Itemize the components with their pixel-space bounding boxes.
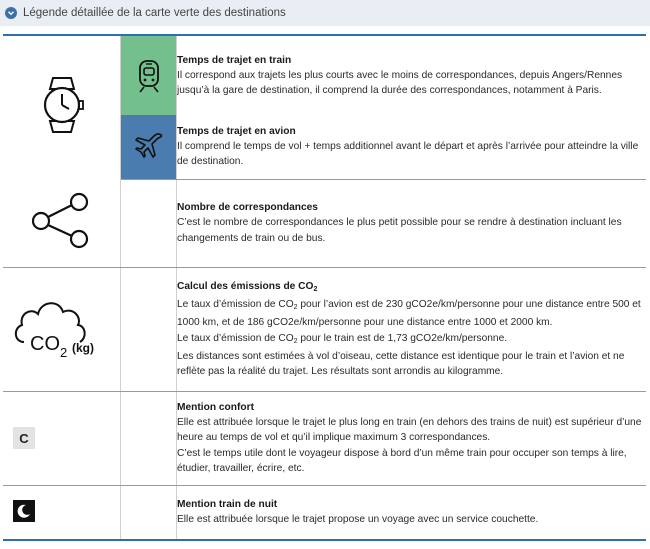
correspondances-desc: C’est le nombre de correspondances le pl… [177, 217, 622, 244]
nuit-cell [3, 485, 121, 540]
emissions-title-sub: 2 [313, 285, 318, 293]
confort-title: Mention confort [177, 401, 254, 413]
legend-title: Légende détaillée de la carte verte des … [23, 7, 286, 19]
avion-title: Temps de trajet en avion [177, 125, 296, 137]
confort-desc2: C’est le temps utile dont le voyageur di… [177, 447, 627, 474]
emissions-text: Calcul des émissions de CO2 Le taux d’ém… [176, 267, 646, 392]
nuit-title: Mention train de nuit [177, 499, 278, 511]
confort-cell: C [3, 391, 121, 486]
train-icon [121, 58, 176, 94]
correspondances-title: Nombre de correspondances [177, 202, 318, 214]
row-train: Temps de trajet en train Il correspond a… [3, 35, 647, 179]
confort-badge-icon: C [13, 427, 35, 449]
emissions-empty-cell [120, 267, 177, 392]
emissions-line1-a: Le taux d’émission de CO [177, 299, 294, 311]
nuit-desc: Elle est attribuée lorsque le trajet pro… [177, 514, 539, 526]
legend-header[interactable]: Légende détaillée de la carte verte des … [0, 0, 650, 26]
legend-table: Temps de trajet en train Il correspond a… [3, 34, 646, 541]
confort-empty-cell [120, 391, 177, 486]
emissions-title-text: Calcul des émissions de CO [177, 280, 314, 292]
watch-cell [3, 35, 121, 179]
avion-text: Temps de trajet en avion Il comprend le … [176, 115, 646, 180]
correspondances-empty-cell [120, 179, 177, 268]
moon-icon [13, 500, 35, 523]
avion-desc: Il comprend le temps de vol + temps addi… [177, 141, 639, 168]
airplane-icon [121, 130, 176, 164]
row-correspondances: Nombre de correspondances C’est le nombr… [3, 179, 646, 268]
emissions-line3: Les distances sont estimées à vol d’oise… [177, 350, 625, 377]
connections-icon [27, 193, 97, 254]
confort-text: Mention confort Elle est attribuée lorsq… [176, 391, 646, 486]
co2-icon-sub: 2 [60, 345, 67, 360]
avion-color-cell [120, 115, 177, 180]
co2-cloud-icon: CO 2 (kg) [10, 301, 114, 368]
train-color-cell [120, 35, 177, 115]
chevron-down-icon[interactable] [5, 7, 17, 19]
confort-desc1: Elle est attribuée lorsque le trajet le … [177, 417, 642, 444]
train-desc: Il correspond aux trajets les plus court… [177, 69, 623, 97]
emissions-line2-b: pour le train est de 1,73 gCO2e/km/perso… [297, 332, 508, 344]
row-emissions: CO 2 (kg) Calcul des émissions de CO2 Le… [3, 267, 646, 392]
co2-icon-text: CO [30, 333, 60, 355]
emissions-line2-a: Le taux d’émission de CO [177, 332, 294, 344]
row-confort: C Mention confort Elle est attribuée lor… [3, 391, 646, 486]
emissions-line1: Le taux d’émission de CO2 pour l’avion e… [177, 297, 646, 330]
row-nuit: Mention train de nuit Elle est attribuée… [3, 485, 646, 540]
watch-icon [32, 77, 92, 144]
emissions-title: Calcul des émissions de CO2 [177, 279, 646, 297]
co2-cell: CO 2 (kg) [3, 267, 121, 392]
emissions-line2: Le taux d’émission de CO2 pour le train … [177, 331, 646, 349]
correspondances-text: Nombre de correspondances C’est le nombr… [176, 179, 646, 268]
co2-icon-unit: (kg) [72, 341, 94, 355]
nuit-empty-cell [120, 485, 177, 540]
nuit-text: Mention train de nuit Elle est attribuée… [177, 485, 647, 540]
share-cell [3, 179, 121, 268]
train-title: Temps de trajet en train [177, 54, 292, 66]
train-text: Temps de trajet en train Il correspond a… [177, 35, 647, 115]
